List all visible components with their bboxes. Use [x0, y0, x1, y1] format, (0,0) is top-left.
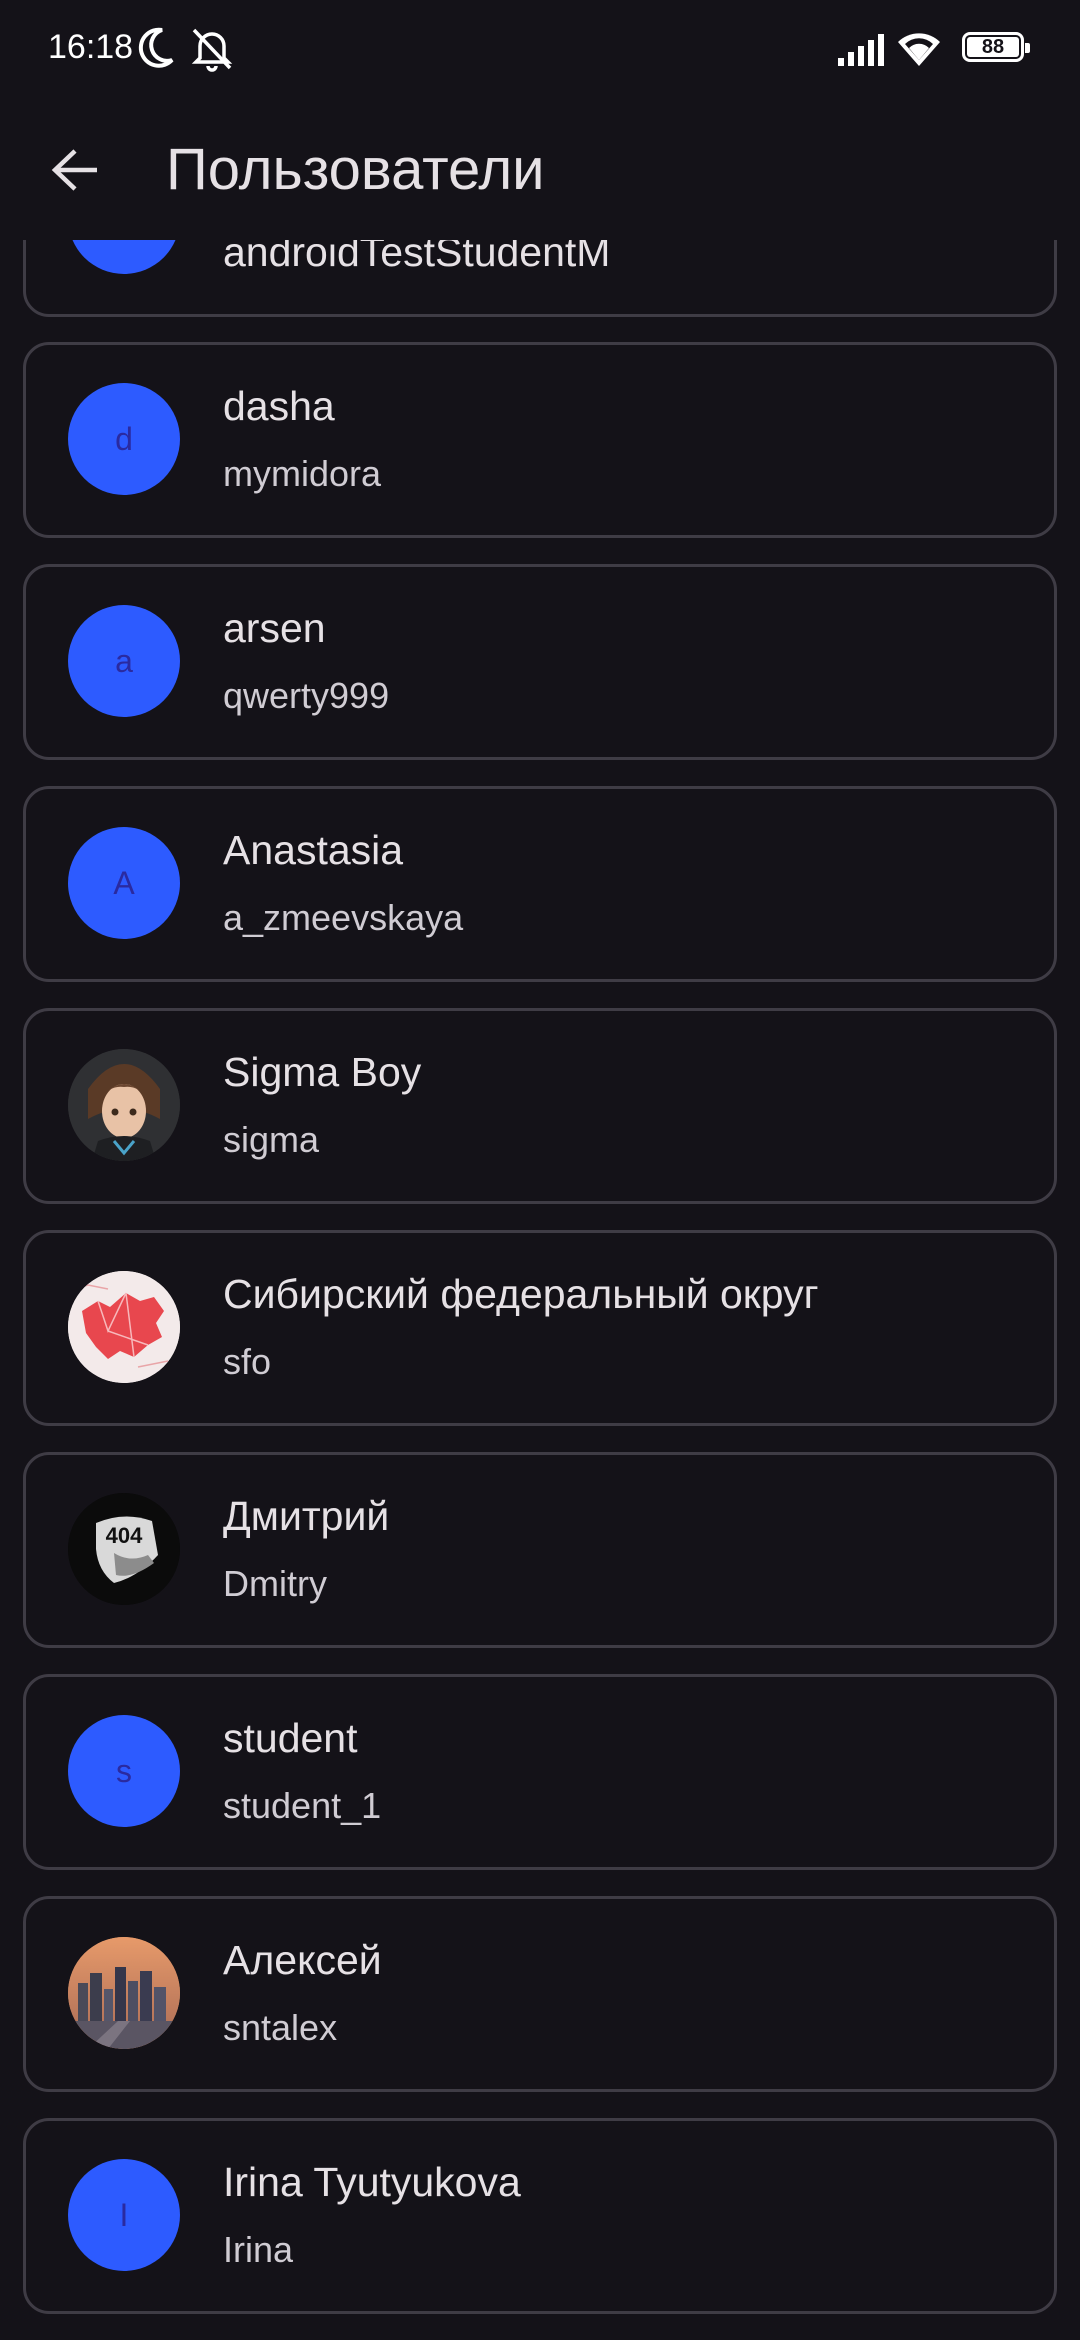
- user-card[interactable]: 404 Дмитрий Dmitry: [23, 1452, 1057, 1648]
- user-name: Алексей: [223, 1937, 382, 1983]
- user-card[interactable]: I Irina Tyutyukova Irina: [23, 2118, 1057, 2314]
- avatar-letter: a: [115, 642, 133, 679]
- back-button[interactable]: [36, 130, 116, 210]
- user-card[interactable]: d dasha mymidora: [23, 342, 1057, 538]
- top-app-bar: Пользователи: [0, 100, 1080, 240]
- mute-icon: [188, 26, 236, 77]
- user-name: arsen: [223, 605, 326, 651]
- battery-icon: 88: [962, 32, 1030, 62]
- user-name: dasha: [223, 383, 335, 429]
- user-card[interactable]: Алексей sntalex: [23, 1896, 1057, 2092]
- user-name: androidTestStudentM: [223, 240, 611, 275]
- avatar-letter: I: [119, 2196, 129, 2233]
- user-name: Сибирский федеральный округ: [223, 1271, 819, 1317]
- user-login: a_zmeevskaya: [223, 897, 464, 938]
- avatar: I: [68, 2159, 180, 2271]
- avatar-photo-map: [68, 1271, 180, 1383]
- user-card[interactable]: A Anastasia a_zmeevskaya: [23, 786, 1057, 982]
- signal-icon: [836, 32, 886, 73]
- moon-icon: [136, 26, 176, 75]
- avatar-photo-anime-boy: [68, 1049, 180, 1161]
- user-login: Irina: [223, 2229, 294, 2270]
- user-list[interactable]: androidTestStudentM d dasha mymidora a a…: [0, 240, 1080, 2340]
- status-time: 16:18: [48, 28, 134, 66]
- user-card[interactable]: s student student_1: [23, 1674, 1057, 1870]
- user-login: sfo: [223, 1341, 272, 1382]
- battery-level: 88: [967, 37, 1019, 57]
- page-title: Пользователи: [166, 137, 545, 202]
- user-card[interactable]: a arsen qwerty999: [23, 564, 1057, 760]
- avatar: a: [68, 605, 180, 717]
- avatar: A: [68, 827, 180, 939]
- avatar: d: [68, 383, 180, 495]
- user-login: sigma: [223, 1119, 320, 1160]
- avatar-photo-city: [68, 1937, 180, 2049]
- user-card[interactable]: Sigma Boy sigma: [23, 1008, 1057, 1204]
- user-name: Дмитрий: [223, 1493, 390, 1539]
- user-login: mymidora: [223, 453, 382, 494]
- user-login: sntalex: [223, 2007, 338, 2048]
- avatar: [68, 240, 180, 274]
- user-login: qwerty999: [223, 675, 390, 716]
- arrow-back-icon: [51, 149, 97, 191]
- avatar-letter: A: [113, 864, 135, 901]
- status-bar: 16:18 88: [0, 0, 1080, 100]
- user-card[interactable]: androidTestStudentM: [23, 240, 1057, 317]
- avatar-letter: s: [116, 1752, 132, 1789]
- user-name: student: [223, 1715, 358, 1761]
- avatar-photo-404: 404: [68, 1493, 180, 1605]
- wifi-icon: [896, 30, 942, 73]
- avatar-letter: d: [115, 420, 133, 457]
- avatar: s: [68, 1715, 180, 1827]
- user-card[interactable]: Сибирский федеральный округ sfo: [23, 1230, 1057, 1426]
- user-login: student_1: [223, 1785, 382, 1826]
- avatar-404-text: 404: [106, 1523, 143, 1548]
- user-login: Dmitry: [223, 1563, 327, 1604]
- user-name: Sigma Boy: [223, 1049, 422, 1095]
- user-name: Anastasia: [223, 827, 404, 873]
- user-name: Irina Tyutyukova: [223, 2159, 521, 2205]
